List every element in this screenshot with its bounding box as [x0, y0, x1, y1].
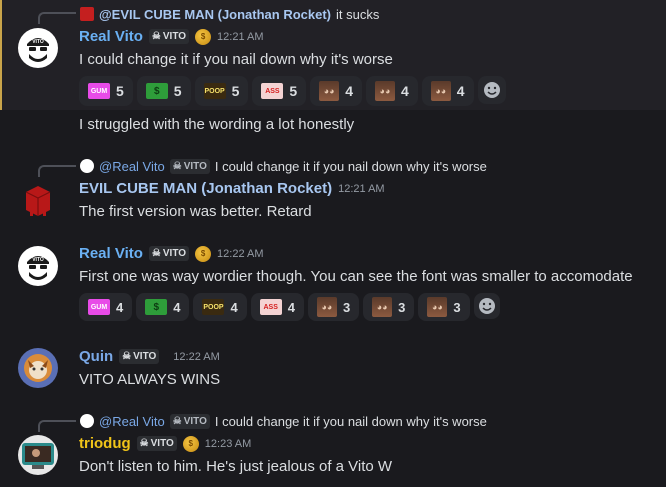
evil-cube-avatar[interactable] [18, 180, 58, 220]
message-header: EVIL CUBE MAN (Jonathan Rocket) 12:21 AM [79, 180, 385, 197]
reply-preview[interactable]: @EVIL CUBE MAN (Jonathan Rocket) it suck… [80, 5, 379, 23]
reaction-gum[interactable]: GUM 5 [79, 76, 133, 106]
skull-icon: ☠ [172, 160, 182, 172]
smiley-icon [478, 298, 495, 314]
server-tag[interactable]: ☠ VITO [119, 349, 160, 364]
gum-emoji-icon: GUM [88, 83, 110, 99]
reply-text: I could change it if you nail down why i… [214, 413, 487, 429]
reaction-poop[interactable]: POOP 4 [193, 293, 247, 321]
real-vito-mini-avatar [80, 159, 94, 173]
face-emoji-icon: ◕◕ [372, 297, 393, 317]
server-tag: ☠ VITO [169, 158, 210, 174]
author-name[interactable]: Real Vito [79, 245, 143, 262]
message-text: I struggled with the wording a lot hones… [79, 116, 355, 133]
poop-emoji-icon: POOP [203, 83, 226, 99]
reaction-face-1[interactable]: ◕◕ 4 [310, 76, 362, 106]
reaction-face-2[interactable]: ◕◕ 3 [363, 293, 415, 321]
reaction-ass[interactable]: ASS 4 [250, 293, 304, 321]
reply-text: I could change it if you nail down why i… [214, 158, 487, 174]
reaction-face-3[interactable]: ◕◕ 4 [421, 76, 474, 106]
face-emoji-icon: ◕◕ [319, 81, 340, 101]
reply-connector [38, 420, 76, 432]
skull-icon: ☠ [172, 415, 182, 427]
face-emoji-icon: ◕◕ [374, 81, 395, 101]
server-tag[interactable]: ☠ VITO [148, 246, 190, 261]
poop-emoji-icon: POOP [202, 299, 225, 315]
message-real-vito-2: VITO Real Vito ☠ VITO $ 12:22 AM First on… [0, 240, 666, 324]
message-triodug: @Real Vito ☠ VITO I could change it if yo… [0, 405, 666, 487]
server-tag[interactable]: ☠ VITO [148, 29, 190, 44]
money-emoji-icon: $ [145, 83, 168, 99]
timestamp: 12:21 AM [217, 30, 264, 43]
skull-icon: ☠ [139, 438, 149, 449]
coin-icon: $ [182, 435, 199, 452]
reply-author[interactable]: @EVIL CUBE MAN (Jonathan Rocket) [99, 7, 331, 22]
reply-author[interactable]: @Real Vito [99, 414, 165, 429]
face-emoji-icon: ◕◕ [316, 297, 337, 317]
add-reaction-button[interactable] [477, 76, 506, 104]
money-emoji-icon: $ [145, 299, 168, 315]
real-vito-avatar[interactable]: VITO [18, 28, 58, 68]
timestamp: 12:22 AM [217, 247, 264, 260]
reaction-gum[interactable]: GUM 4 [79, 293, 133, 321]
svg-text:VITO: VITO [32, 39, 44, 45]
timestamp: 12:22 AM [173, 350, 220, 363]
message-text: I could change it if you nail down why i… [79, 51, 393, 68]
smiley-icon [483, 82, 500, 98]
reply-connector [38, 12, 76, 24]
svg-text:VITO: VITO [32, 257, 44, 263]
reaction-face-3[interactable]: ◕◕ 3 [418, 293, 470, 321]
face-emoji-icon: ◕◕ [427, 297, 448, 317]
skull-icon: ☠ [151, 31, 161, 42]
reply-connector [38, 165, 76, 177]
author-name[interactable]: EVIL CUBE MAN (Jonathan Rocket) [79, 180, 332, 197]
reaction-face-2[interactable]: ◕◕ 4 [365, 76, 418, 106]
reactions-row: GUM 4 $4 POOP 4 ASS 4 ◕◕ 3 ◕◕ 3 ◕◕ 3 [79, 293, 500, 321]
timestamp: 12:21 AM [338, 182, 385, 195]
server-tag[interactable]: ☠ VITO [136, 436, 177, 451]
reaction-ass[interactable]: ASS 5 [252, 76, 307, 106]
triodug-avatar[interactable] [18, 435, 58, 475]
quin-avatar[interactable] [18, 348, 58, 388]
gum-emoji-icon: GUM [88, 299, 110, 315]
reply-preview[interactable]: @Real Vito ☠ VITO I could change it if yo… [80, 157, 487, 175]
ass-emoji-icon: ASS [259, 299, 282, 315]
message-header: Quin ☠ VITO 12:22 AM [79, 348, 220, 365]
message-header: Real Vito ☠ VITO $ 12:21 AM [79, 28, 264, 45]
reply-preview[interactable]: @Real Vito ☠ VITO I could change it if yo… [80, 412, 487, 430]
message-evil-cube: @Real Vito ☠ VITO I could change it if yo… [0, 150, 666, 230]
reaction-money[interactable]: $5 [136, 76, 191, 106]
message-text: First one was way wordier though. You ca… [79, 268, 633, 285]
add-reaction-button[interactable] [473, 293, 500, 319]
author-name[interactable]: Real Vito [79, 28, 143, 45]
reaction-money[interactable]: $4 [136, 293, 190, 321]
reply-text: it sucks [336, 6, 380, 22]
real-vito-avatar[interactable]: VITO [18, 246, 58, 286]
skull-icon: ☠ [122, 351, 132, 362]
coin-icon: $ [195, 28, 212, 45]
author-name[interactable]: Quin [79, 348, 113, 365]
reactions-row: GUM 5 $5 POOP 5 ASS 5 ◕◕ 4 ◕◕ 4 ◕◕ 4 [79, 76, 506, 106]
message-text: Don't listen to him. He's just jealous o… [79, 458, 393, 475]
ass-emoji-icon: ASS [261, 83, 284, 99]
face-emoji-icon: ◕◕ [430, 81, 451, 101]
message-header: triodug ☠ VITO $ 12:23 AM [79, 435, 251, 452]
message-text: The first version was better. Retard [79, 203, 312, 220]
reaction-poop[interactable]: POOP 5 [194, 76, 249, 106]
author-name[interactable]: triodug [79, 435, 131, 452]
timestamp: 12:23 AM [204, 437, 252, 450]
evil-cube-mini-avatar [80, 7, 94, 21]
reaction-face-1[interactable]: ◕◕ 3 [307, 293, 360, 321]
message-real-vito-1: @EVIL CUBE MAN (Jonathan Rocket) it suck… [0, 0, 666, 110]
server-tag: ☠ VITO [169, 413, 210, 429]
message-header: Real Vito ☠ VITO $ 12:22 AM [79, 245, 264, 262]
message-quin: Quin ☠ VITO 12:22 AM VITO ALWAYS WINS [0, 340, 666, 396]
message-text: VITO ALWAYS WINS [79, 371, 221, 388]
reply-author[interactable]: @Real Vito [99, 159, 165, 174]
coin-icon: $ [195, 245, 212, 262]
skull-icon: ☠ [151, 248, 161, 259]
real-vito-mini-avatar [80, 414, 94, 428]
